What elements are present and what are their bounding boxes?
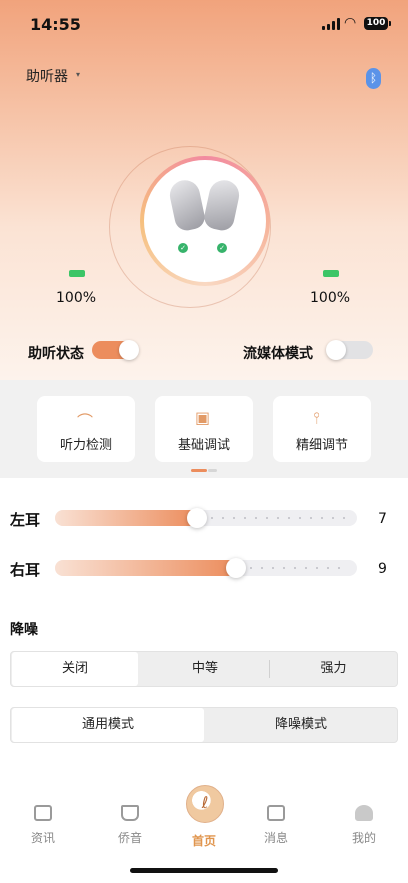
noise-strong-button[interactable]: 强力 xyxy=(270,652,397,686)
ear-icon: ⌒ xyxy=(77,412,94,431)
streaming-mode-label: 流媒体模式 xyxy=(243,346,313,362)
device-selector[interactable]: 助听器 xyxy=(26,66,68,86)
sliders-icon: ⫯ xyxy=(313,408,320,427)
noise-reduction-title: 降噪 xyxy=(10,622,38,638)
right-connected-check-icon: ✓ xyxy=(217,243,227,253)
noise-reduction-selector: 关闭 中等 强力 xyxy=(10,651,398,687)
slider-ticks xyxy=(211,517,349,519)
home-logo-icon[interactable]: ℓ xyxy=(186,785,224,823)
profile-icon xyxy=(355,805,373,821)
tab-label: 侨音 xyxy=(117,831,142,845)
tab-label: 消息 xyxy=(263,831,288,845)
noise-off-button[interactable]: 关闭 xyxy=(12,652,138,686)
hearing-state-label: 助听状态 xyxy=(28,346,84,362)
left-battery-level-icon xyxy=(69,270,85,277)
status-time: 14:55 xyxy=(30,15,81,34)
left-connected-check-icon: ✓ xyxy=(178,243,188,253)
left-volume-thumb[interactable] xyxy=(187,508,207,528)
noise-medium-button[interactable]: 中等 xyxy=(141,652,269,686)
noise-mode-button[interactable]: 降噪模式 xyxy=(205,708,397,742)
slider-ticks xyxy=(250,567,349,569)
right-volume-value: 9 xyxy=(378,561,387,577)
bluetooth-icon[interactable]: ᛒ xyxy=(366,68,381,89)
general-mode-button[interactable]: 通用模式 xyxy=(12,708,204,742)
fine-adjust-card[interactable]: ⫯ 精细调节 xyxy=(273,396,371,462)
streaming-mode-toggle[interactable] xyxy=(326,340,373,360)
mode-selector: 通用模式 降噪模式 xyxy=(10,707,398,743)
cellular-signal-icon xyxy=(322,18,340,30)
tab-label: 资讯 xyxy=(30,831,55,845)
left-volume-value: 7 xyxy=(378,511,387,527)
cart-icon xyxy=(121,805,139,821)
toggle-knob xyxy=(119,340,139,360)
home-indicator xyxy=(130,868,278,873)
right-battery-level-icon xyxy=(323,270,339,277)
right-volume-slider[interactable] xyxy=(55,560,357,576)
right-battery-percent: 100% xyxy=(310,290,351,306)
easel-icon: ▣ xyxy=(195,408,211,427)
tab-messages[interactable]: 消息 xyxy=(246,805,306,846)
hearing-state-toggle[interactable] xyxy=(92,340,139,360)
page-indicator xyxy=(191,469,217,472)
toggle-knob xyxy=(326,340,346,360)
chevron-down-icon[interactable]: ▾ xyxy=(76,70,80,79)
left-ear-label: 左耳 xyxy=(10,511,41,529)
left-battery-percent: 100% xyxy=(56,290,97,306)
basic-tuning-card[interactable]: ▣ 基础调试 xyxy=(155,396,253,462)
slider-fill xyxy=(55,510,197,526)
tab-profile[interactable]: 我的 xyxy=(334,805,394,846)
tab-home[interactable]: 首页 xyxy=(174,832,234,849)
tab-news[interactable]: 资讯 xyxy=(13,805,73,846)
status-bar: 14:55 ◠ 100 xyxy=(0,0,408,50)
card-label: 基础调试 xyxy=(177,438,230,453)
hearing-test-card[interactable]: ⌒ 听力检测 xyxy=(37,396,135,462)
tab-label: 我的 xyxy=(351,831,376,845)
right-ear-label: 右耳 xyxy=(10,561,41,579)
message-icon xyxy=(267,805,285,821)
right-volume-thumb[interactable] xyxy=(226,558,246,578)
news-icon xyxy=(34,805,52,821)
wifi-icon: ◠ xyxy=(344,15,357,31)
tab-qiaoyin[interactable]: 侨音 xyxy=(100,805,160,846)
card-label: 听力检测 xyxy=(59,438,112,453)
tab-label: 首页 xyxy=(191,834,216,848)
slider-fill xyxy=(55,560,236,576)
battery-icon: 100 xyxy=(364,17,391,30)
card-label: 精细调节 xyxy=(295,438,348,453)
